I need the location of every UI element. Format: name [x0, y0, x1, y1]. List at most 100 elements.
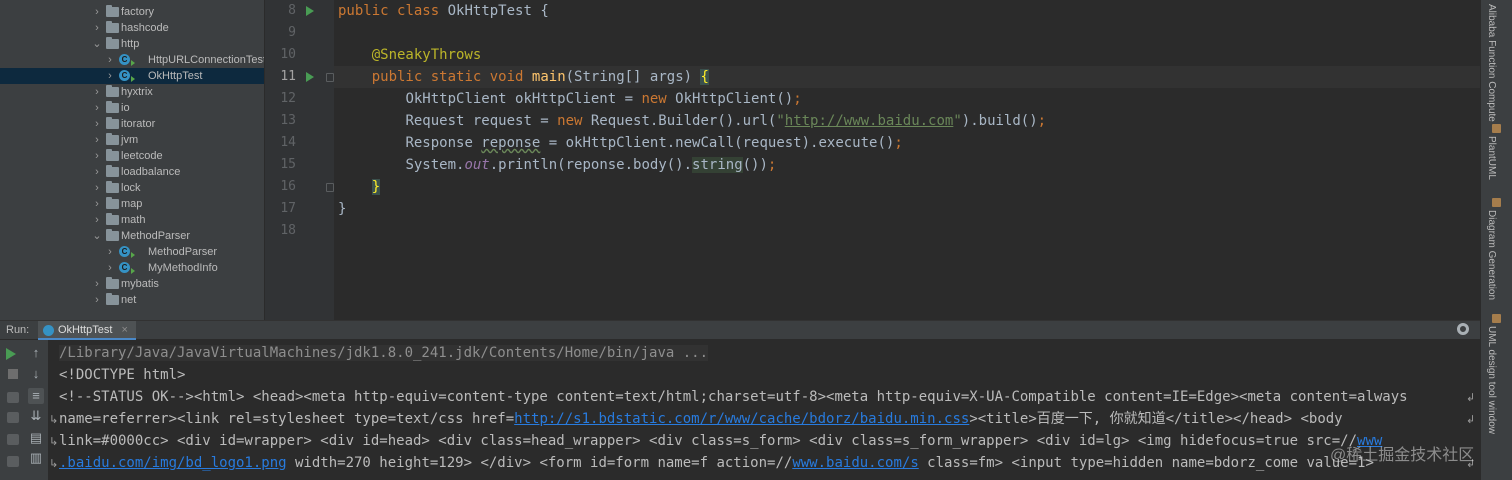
tree-item-label: io [121, 102, 130, 114]
line-number: 8 [288, 3, 296, 18]
console-line: /Library/Java/JavaVirtualMachines/jdk1.8… [59, 345, 709, 361]
java-class-icon: C [119, 70, 135, 82]
tree-item-label: math [121, 214, 146, 226]
chevron-right-icon[interactable]: › [105, 244, 115, 260]
tree-item-folder[interactable]: › hashcode [0, 20, 264, 36]
folder-icon [106, 277, 119, 289]
arrow-down-icon[interactable]: ↓ [28, 366, 44, 382]
chevron-down-icon[interactable]: ⌄ [92, 36, 102, 52]
soft-wrap-start-icon: ↳ [49, 413, 59, 426]
tree-item-folder[interactable]: › factory [0, 4, 264, 20]
tree-item-folder[interactable]: ⌄ http [0, 36, 264, 52]
chevron-right-icon[interactable]: › [92, 100, 102, 116]
console-line: name=referrer><link rel=stylesheet type=… [59, 411, 1343, 427]
fold-marker-icon[interactable] [326, 73, 334, 82]
chevron-right-icon[interactable]: › [92, 180, 102, 196]
tree-item-class[interactable]: › C OkHttpTest [0, 68, 264, 84]
run-main-icon[interactable] [306, 72, 314, 82]
chevron-right-icon[interactable]: › [92, 132, 102, 148]
code-line-10: @SneakyThrows [371, 47, 482, 63]
chevron-right-icon[interactable]: › [105, 68, 115, 84]
console-link[interactable]: www.baidu.com/s [792, 455, 918, 471]
project-tree: › factory › hashcode ⌄ http › C HttpURLConnectio… [0, 0, 264, 320]
gear-icon[interactable] [1457, 323, 1469, 335]
tree-item-class[interactable]: › C HttpURLConnectionTest [0, 52, 264, 68]
tree-item-label: MethodParser [121, 230, 191, 242]
tree-item-folder[interactable]: › io [0, 100, 264, 116]
chevron-right-icon[interactable]: › [92, 292, 102, 308]
console-link[interactable]: .baidu.com/img/bd_logo1.png [59, 455, 287, 471]
exit-icon[interactable] [7, 434, 19, 445]
soft-wrap-icon[interactable]: ≡ [28, 388, 44, 404]
line-number-current: 11 [280, 69, 296, 84]
tree-item-folder[interactable]: › map [0, 196, 264, 212]
chevron-right-icon[interactable]: › [105, 260, 115, 276]
arrow-up-icon[interactable]: ↑ [28, 345, 44, 361]
tree-item-folder[interactable]: › leetcode [0, 148, 264, 164]
run-class-icon[interactable] [306, 6, 314, 16]
tree-item-label: lock [121, 182, 141, 194]
chevron-right-icon[interactable]: › [92, 196, 102, 212]
tree-item-class[interactable]: › C MyMethodInfo [0, 260, 264, 276]
fold-marker-icon[interactable] [326, 183, 334, 192]
tree-item-class[interactable]: › C MethodParser [0, 244, 264, 260]
tool-diagram-generation[interactable]: Diagram Generation [1486, 210, 1497, 300]
tool-alibaba-function-compute[interactable]: Alibaba Function Compute [1486, 4, 1497, 122]
code-line-13: Request request = new Request.Builder().… [405, 113, 1047, 129]
tree-item-label: http [121, 38, 140, 50]
chevron-right-icon[interactable]: › [105, 52, 115, 68]
run-label: Run: [6, 324, 30, 336]
rerun-icon[interactable] [6, 348, 16, 360]
code-line-11: public static void main(String[] args) { [371, 69, 709, 85]
tree-item-folder[interactable]: › mybatis [0, 276, 264, 292]
soft-wrap-end-icon: ↲ [1466, 413, 1476, 426]
tool-uml-design[interactable]: UML design tool window [1486, 326, 1497, 434]
line-number: 18 [280, 223, 296, 238]
console-line: <!--STATUS OK--><html> <head><meta http-… [59, 389, 1408, 405]
chevron-right-icon[interactable]: › [92, 148, 102, 164]
tree-item-label: MethodParser [148, 246, 218, 258]
settings-icon[interactable] [7, 412, 19, 423]
tree-item-label: HttpURLConnectionTest [148, 54, 264, 66]
tree-item-folder[interactable]: › net [0, 292, 264, 308]
tree-item-folder[interactable]: › itorator [0, 116, 264, 132]
close-icon[interactable]: × [121, 324, 127, 336]
run-tab[interactable]: OkHttpTest × [38, 321, 136, 340]
chevron-right-icon[interactable]: › [92, 164, 102, 180]
chevron-right-icon[interactable]: › [92, 276, 102, 292]
layout-icon[interactable] [7, 456, 19, 467]
tree-item-folder[interactable]: › loadbalance [0, 164, 264, 180]
print-icon[interactable]: ▤ [28, 430, 44, 446]
tree-item-folder[interactable]: › hyxtrix [0, 84, 264, 100]
camera-icon[interactable] [7, 392, 19, 403]
scroll-end-icon[interactable]: ⇊ [28, 408, 44, 424]
folder-icon [106, 149, 119, 161]
matched-brace: } [371, 179, 381, 195]
tree-item-folder[interactable]: › jvm [0, 132, 264, 148]
code-editor[interactable]: public class OkHttpTest { @SneakyThrows … [334, 0, 1480, 320]
chevron-down-icon[interactable]: ⌄ [92, 228, 102, 244]
tree-item-folder[interactable]: › math [0, 212, 264, 228]
chevron-right-icon[interactable]: › [92, 84, 102, 100]
chevron-right-icon[interactable]: › [92, 116, 102, 132]
chevron-right-icon[interactable]: › [92, 212, 102, 228]
code-line-16: } [338, 176, 381, 198]
code-url-link[interactable]: http://www.baidu.com [785, 113, 954, 129]
stop-icon[interactable] [8, 369, 18, 379]
folder-icon [106, 117, 119, 129]
typo-warning: reponse [481, 135, 541, 151]
code-line-15: System.out.println(reponse.body().string… [405, 157, 777, 173]
console-link[interactable]: http://s1.bdstatic.com/r/www/cache/bdorz… [514, 411, 969, 427]
tool-plantuml[interactable]: PlantUML [1486, 136, 1497, 180]
tree-divider[interactable] [264, 0, 276, 320]
line-number: 13 [280, 113, 296, 128]
chevron-right-icon[interactable]: › [92, 4, 102, 20]
chevron-right-icon[interactable]: › [92, 20, 102, 36]
right-tool-strip: Alibaba Function Compute PlantUML Diagra… [1480, 0, 1512, 480]
console-output[interactable]: /Library/Java/JavaVirtualMachines/jdk1.8… [48, 340, 1480, 480]
tree-item-folder[interactable]: › lock [0, 180, 264, 196]
tree-item-folder[interactable]: ⌄ MethodParser [0, 228, 264, 244]
run-toolbar: ↑ ↓ ≡ ⇊ ▤ ▥ [0, 340, 48, 480]
line-number: 16 [280, 179, 296, 194]
trash-icon[interactable]: ▥ [28, 450, 44, 466]
